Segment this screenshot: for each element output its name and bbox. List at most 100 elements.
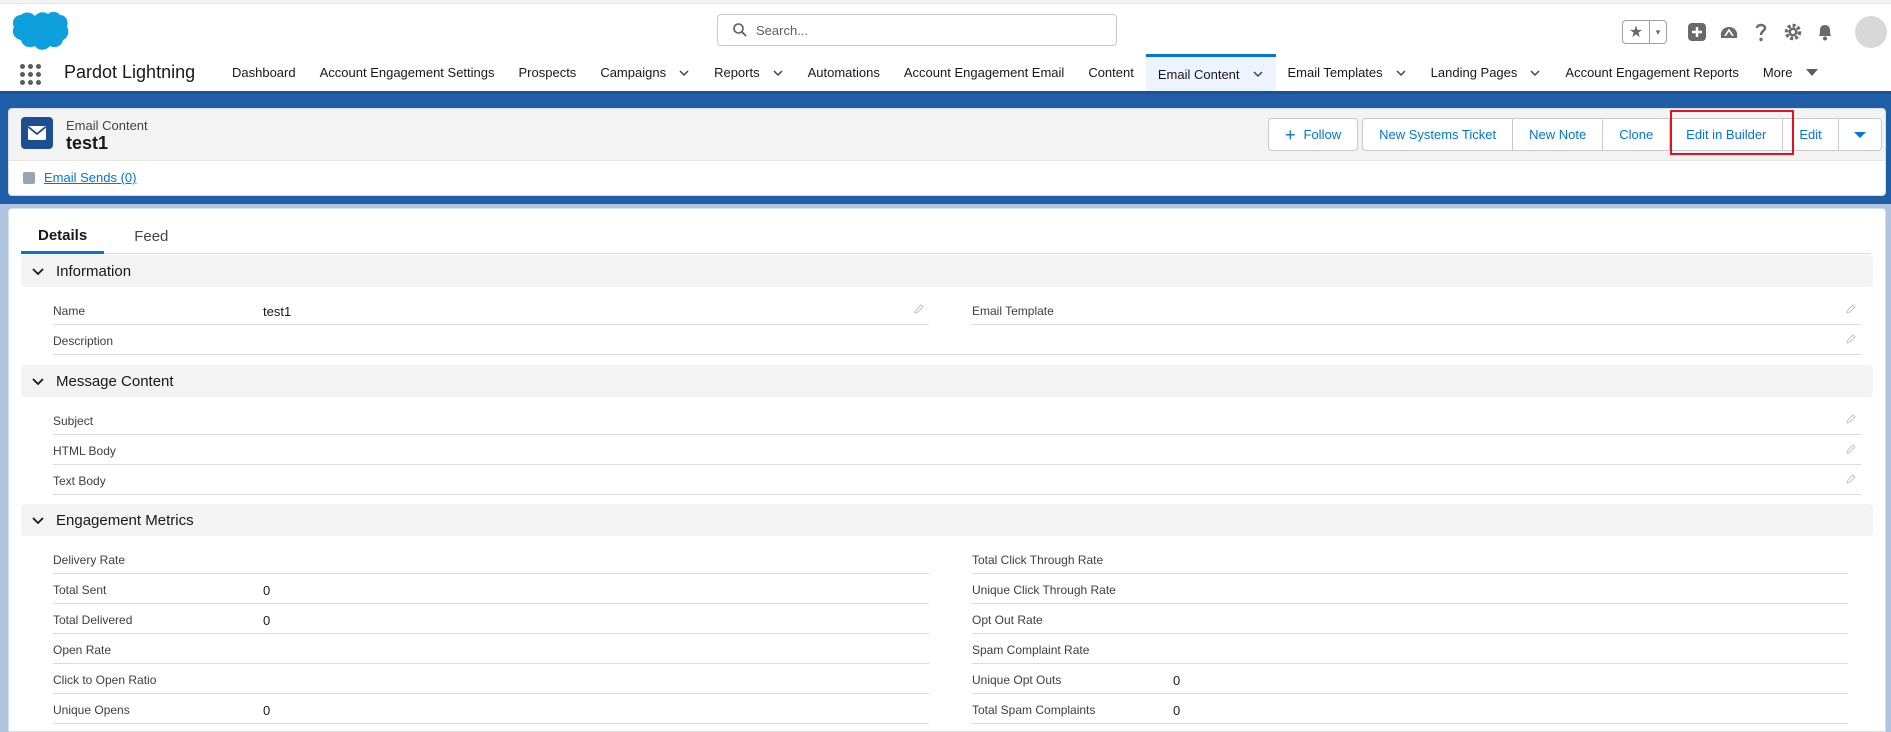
field-value: 0: [1173, 673, 1181, 688]
follow-button[interactable]: + Follow: [1268, 118, 1359, 151]
nav-item-label: Email Templates: [1287, 65, 1383, 80]
nav-item-reports[interactable]: Reports: [702, 54, 796, 91]
chevron-down-icon[interactable]: ▾: [1650, 21, 1666, 43]
new-note-button[interactable]: New Note: [1512, 118, 1604, 151]
nav-item-label: Email Content: [1157, 66, 1240, 82]
tab-feed[interactable]: Feed: [118, 219, 184, 254]
pencil-icon[interactable]: [1845, 333, 1857, 345]
nav-item-email-content[interactable]: Email Content: [1145, 54, 1276, 91]
nav-item-dashboard[interactable]: Dashboard: [220, 54, 308, 91]
nav-item-campaigns[interactable]: Campaigns: [588, 54, 702, 91]
global-header: ★ ▾: [0, 4, 1891, 58]
nav-item-label: Content: [1088, 65, 1134, 80]
nav-item-more[interactable]: More: [1751, 54, 1831, 91]
bell-icon[interactable]: [1814, 21, 1836, 43]
field-label: Opt Out Rate: [972, 613, 1043, 627]
field-label: Description: [53, 334, 114, 348]
related-link-email-sends[interactable]: Email Sends (0): [23, 170, 136, 185]
tab-details[interactable]: Details: [21, 219, 105, 254]
metric-field: Spam Complaint Rate: [972, 634, 1848, 664]
field-label: Total Sent: [53, 583, 107, 597]
record-tabs: Details Feed: [21, 219, 1871, 254]
pencil-icon[interactable]: [1845, 413, 1857, 425]
nav-item-automations[interactable]: Automations: [796, 54, 892, 91]
details-panel: Details Feed Information Name test1 Desc…: [8, 208, 1886, 732]
nav-items: Dashboard Account Engagement Settings Pr…: [220, 54, 1830, 91]
field-label: Open Rate: [53, 643, 112, 657]
nav-item-email-templates[interactable]: Email Templates: [1276, 54, 1419, 91]
field-email-template: Email Template: [972, 295, 1861, 325]
field-label: Name: [53, 304, 86, 318]
metric-field: Total Spam Complaints 0: [972, 694, 1848, 724]
clone-button[interactable]: Clone: [1602, 118, 1671, 151]
app-launcher-icon[interactable]: [20, 64, 42, 86]
chevron-down-icon[interactable]: [1252, 68, 1264, 80]
search-input[interactable]: [756, 22, 1096, 38]
nav-item-label: More: [1762, 65, 1793, 80]
chevron-down-icon: [32, 517, 44, 525]
field-label: Email Template: [972, 304, 1054, 318]
nav-item-content[interactable]: Content: [1076, 54, 1146, 91]
object-type-label: Email Content: [66, 118, 148, 133]
add-icon[interactable]: [1686, 21, 1708, 43]
metric-field: Delivery Rate: [53, 544, 929, 574]
metric-field: Total Delivered 0: [53, 604, 929, 634]
field-html-body: HTML Body: [53, 435, 1861, 465]
field-label: Unique Opt Outs: [972, 673, 1062, 687]
field-label: HTML Body: [53, 444, 116, 458]
email-sends-link[interactable]: Email Sends (0): [44, 170, 136, 185]
metric-field: Total Sent 0: [53, 574, 929, 604]
field-value: 0: [263, 613, 271, 628]
salesforce-logo[interactable]: [10, 10, 70, 52]
field-label: Unique Click Through Rate: [972, 583, 1116, 597]
nav-item-prospects[interactable]: Prospects: [507, 54, 589, 91]
record-name: test1: [66, 133, 109, 153]
app-nav-bar: Pardot Lightning Dashboard Account Engag…: [0, 54, 1891, 94]
nav-item-landing-pages[interactable]: Landing Pages: [1419, 54, 1554, 91]
field-value: 0: [1173, 703, 1181, 718]
field-label: Subject: [53, 414, 94, 428]
more-actions-button[interactable]: [1837, 118, 1882, 151]
nav-item-label: Account Engagement Settings: [319, 65, 495, 80]
email-icon: [21, 117, 53, 149]
nav-item-account-engagement-reports[interactable]: Account Engagement Reports: [1553, 54, 1750, 91]
section-information-header[interactable]: Information: [21, 255, 1873, 287]
global-actions: ★ ▾: [1622, 14, 1887, 50]
pencil-icon[interactable]: [1845, 303, 1857, 315]
help-icon[interactable]: [1750, 21, 1772, 43]
caret-down-icon: [1806, 69, 1819, 76]
field-value: 0: [263, 703, 271, 718]
chevron-down-icon[interactable]: [772, 67, 784, 79]
nav-item-label: Reports: [714, 65, 760, 80]
record-actions: + Follow New Systems Ticket New Note Clon…: [1268, 118, 1882, 151]
field-value: 0: [263, 583, 271, 598]
chevron-down-icon[interactable]: [678, 67, 690, 79]
nav-item-account-engagement-email[interactable]: Account Engagement Email: [892, 54, 1076, 91]
section-title: Information: [56, 262, 132, 280]
chevron-down-icon[interactable]: [1529, 67, 1541, 79]
star-icon[interactable]: ★: [1623, 21, 1650, 43]
field-label: Total Spam Complaints: [972, 703, 1096, 717]
edit-button[interactable]: Edit: [1782, 118, 1839, 151]
field-subject: Subject: [53, 405, 1861, 435]
avatar[interactable]: [1855, 16, 1887, 48]
trailhead-icon[interactable]: [1718, 21, 1740, 43]
favorites-group[interactable]: ★ ▾: [1622, 20, 1667, 44]
pencil-icon[interactable]: [1845, 443, 1857, 455]
section-engagement-metrics-header[interactable]: Engagement Metrics: [21, 504, 1873, 536]
pencil-icon[interactable]: [913, 303, 925, 315]
chevron-down-icon[interactable]: [1395, 67, 1407, 79]
new-systems-ticket-button[interactable]: New Systems Ticket: [1362, 118, 1514, 151]
global-search[interactable]: [717, 14, 1117, 46]
plus-icon: +: [1285, 124, 1296, 145]
gear-icon[interactable]: [1782, 21, 1804, 43]
section-message-content-header[interactable]: Message Content: [21, 365, 1873, 397]
metric-field: Unique Opens 0: [53, 694, 929, 724]
field-label: Total Delivered: [53, 613, 133, 627]
pencil-icon[interactable]: [1845, 473, 1857, 485]
nav-item-label: Automations: [807, 65, 880, 80]
edit-in-builder-button[interactable]: Edit in Builder: [1669, 118, 1784, 151]
nav-item-account-engagement-settings[interactable]: Account Engagement Settings: [308, 54, 507, 91]
field-label: Text Body: [53, 474, 106, 488]
metric-field: Total Click Through Rate: [972, 544, 1848, 574]
